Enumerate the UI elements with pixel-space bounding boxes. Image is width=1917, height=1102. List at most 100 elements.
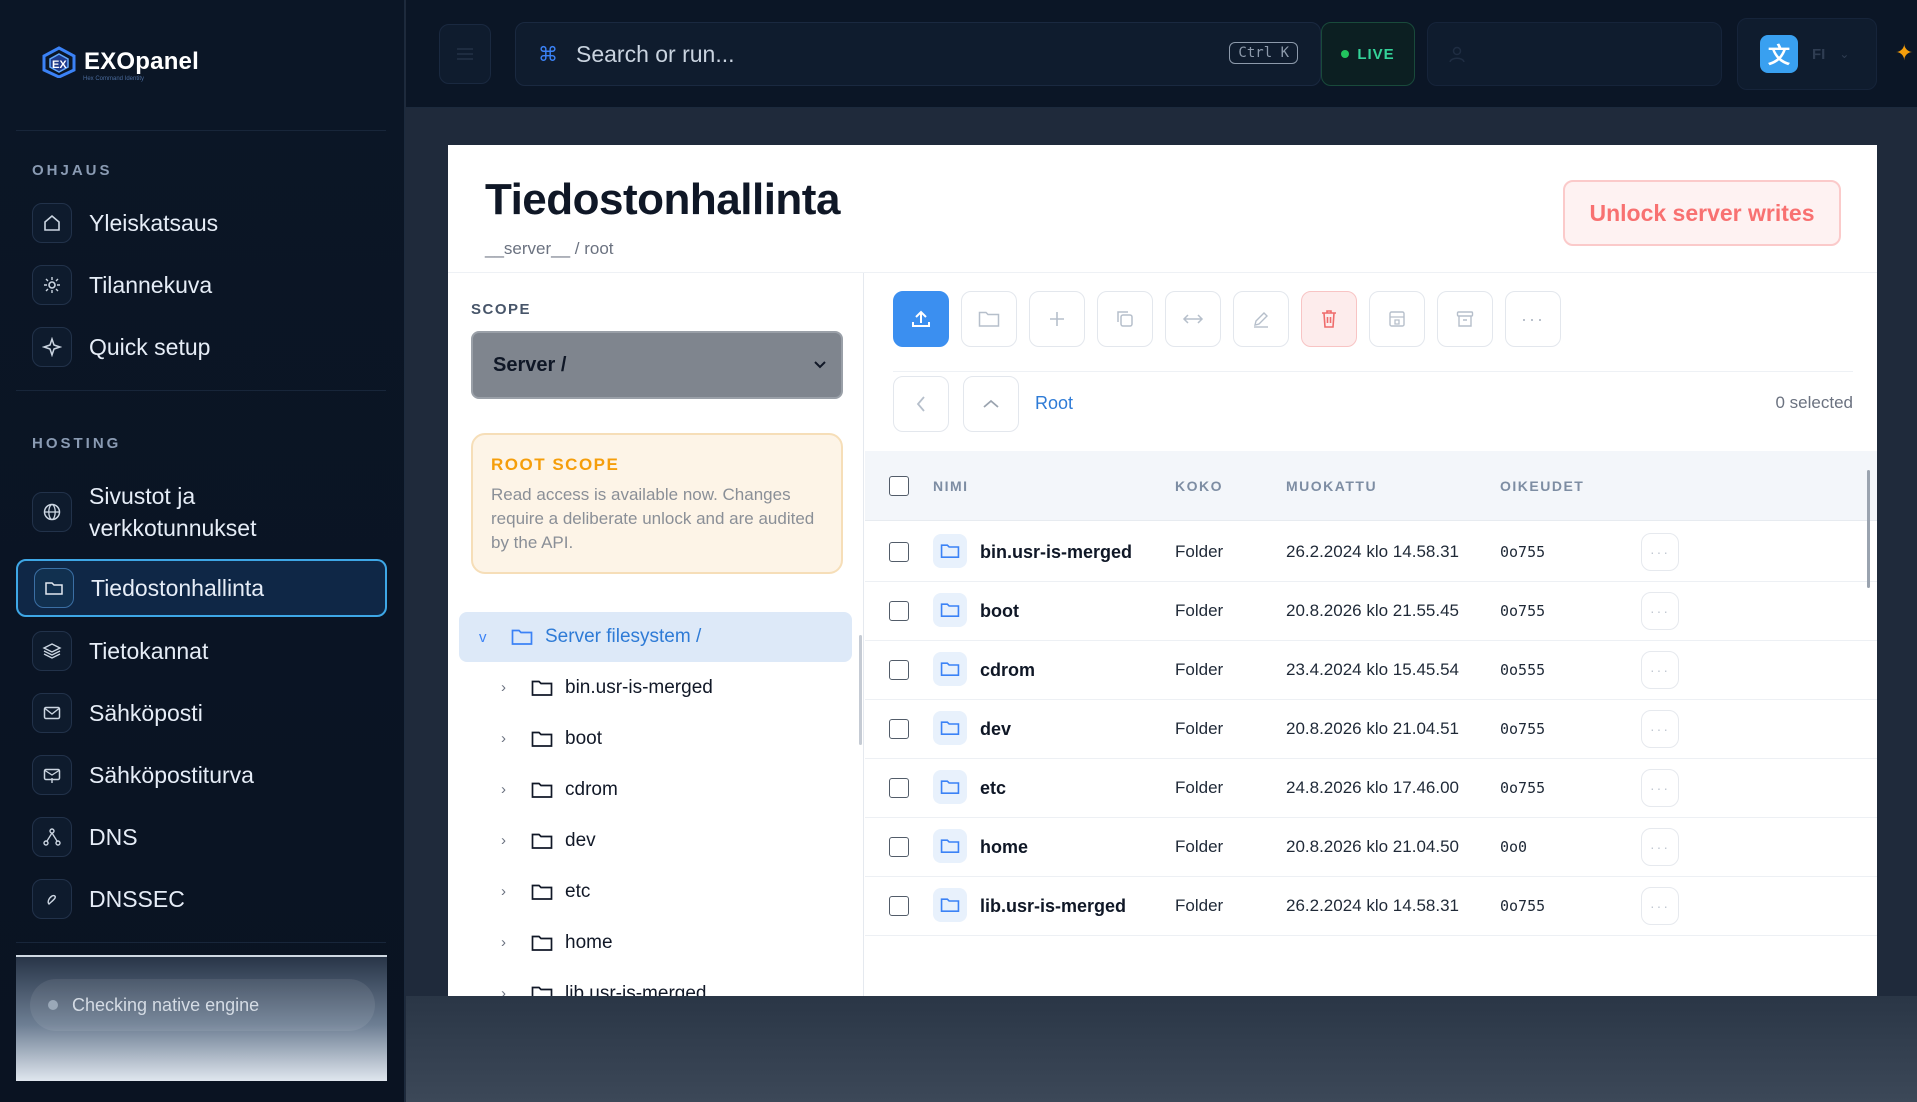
menu-button[interactable]	[439, 24, 491, 84]
sidebar-item-quick-setup[interactable]: Quick setup	[16, 318, 387, 376]
folder-icon	[531, 782, 553, 798]
extract-button[interactable]	[1437, 291, 1493, 347]
table-row[interactable]: boot Folder 20.8.2026 klo 21.55.45 0o755 ···	[865, 582, 1877, 641]
row-actions-button[interactable]: ···	[1641, 710, 1679, 748]
column-header-permissions[interactable]: OIKEUDET	[1500, 478, 1584, 494]
row-actions-button[interactable]: ···	[1641, 769, 1679, 807]
delete-button[interactable]	[1301, 291, 1357, 347]
new-folder-button[interactable]	[961, 291, 1017, 347]
table-row[interactable]: etc Folder 24.8.2026 klo 17.46.00 0o755 ···	[865, 759, 1877, 818]
more-actions-button[interactable]: ···	[1505, 291, 1561, 347]
chevron-up-icon	[983, 399, 999, 408]
language-switcher[interactable]: 文 FI ⌄	[1737, 18, 1877, 90]
tree-node[interactable]: › boot	[459, 713, 852, 764]
file-name[interactable]: cdrom	[980, 660, 1035, 681]
sidebar-item-tietokannat[interactable]: Tietokannat	[16, 622, 387, 680]
sidebar-item-tiedostonhallinta[interactable]: Tiedostonhallinta	[16, 559, 387, 617]
tree-node[interactable]: › home	[459, 917, 852, 968]
chevron-right-icon[interactable]: ›	[501, 985, 515, 996]
folder-icon	[531, 986, 553, 996]
user-menu[interactable]	[1427, 22, 1722, 86]
file-permissions: 0o755	[1500, 779, 1546, 797]
tree-node[interactable]: › bin.usr-is-merged	[459, 662, 852, 713]
file-name[interactable]: boot	[980, 601, 1019, 622]
row-checkbox[interactable]	[889, 719, 909, 739]
row-actions-button[interactable]: ···	[1641, 533, 1679, 571]
table-row[interactable]: lib.usr-is-merged Folder 26.2.2024 klo 14.…	[865, 877, 1877, 936]
row-checkbox[interactable]	[889, 601, 909, 621]
chevron-down-icon[interactable]: v	[479, 629, 495, 646]
sidebar-item-label: Yleiskatsaus	[89, 209, 219, 236]
compress-button[interactable]	[1369, 291, 1425, 347]
copy-button[interactable]	[1097, 291, 1153, 347]
tree-node-label: boot	[565, 727, 602, 749]
tree-scrollbar[interactable]	[859, 635, 862, 745]
row-checkbox[interactable]	[889, 542, 909, 562]
unlock-server-writes-button[interactable]: Unlock server writes	[1563, 180, 1841, 246]
column-header-size[interactable]: KOKO	[1175, 478, 1223, 494]
current-path-link[interactable]: Root	[1035, 393, 1073, 414]
tree-root-node[interactable]: v Server filesystem /	[459, 612, 852, 662]
sidebar-item-sivustot[interactable]: Sivustot ja verkkotunnukset	[16, 476, 387, 548]
file-name[interactable]: dev	[980, 719, 1011, 740]
row-actions-button[interactable]: ···	[1641, 828, 1679, 866]
command-search[interactable]: ⌘ Ctrl K	[515, 22, 1321, 86]
folder-icon	[933, 711, 967, 745]
row-checkbox[interactable]	[889, 778, 909, 798]
chevron-right-icon[interactable]: ›	[501, 730, 515, 747]
table-row[interactable]: dev Folder 20.8.2026 klo 21.04.51 0o755 ···	[865, 700, 1877, 759]
sidebar-item-sahkopostiturva[interactable]: Sähköpostiturva	[16, 746, 387, 804]
back-button[interactable]	[893, 376, 949, 432]
file-size: Folder	[1175, 896, 1224, 915]
row-actions-button[interactable]: ···	[1641, 651, 1679, 689]
rename-button[interactable]	[1233, 291, 1289, 347]
tree-node-label: cdrom	[565, 778, 618, 800]
sidebar-item-yleiskatsaus[interactable]: Yleiskatsaus	[16, 194, 387, 252]
sparkle-icon[interactable]: ✦	[1895, 40, 1913, 66]
brand-logo[interactable]: EX EXOpanel	[40, 46, 199, 78]
row-actions-button[interactable]: ···	[1641, 592, 1679, 630]
file-name[interactable]: lib.usr-is-merged	[980, 896, 1126, 917]
folder-icon	[933, 888, 967, 922]
row-checkbox[interactable]	[889, 896, 909, 916]
row-checkbox[interactable]	[889, 660, 909, 680]
row-actions-button[interactable]: ···	[1641, 887, 1679, 925]
network-icon	[32, 817, 72, 857]
sidebar-item-dnssec[interactable]: DNSSEC	[16, 870, 387, 928]
search-input[interactable]	[576, 40, 1196, 68]
file-name[interactable]: etc	[980, 778, 1006, 799]
table-row[interactable]: bin.usr-is-merged Folder 26.2.2024 klo 14.…	[865, 523, 1877, 582]
section-title-hosting: HOSTING	[32, 435, 122, 452]
tree-node[interactable]: › cdrom	[459, 764, 852, 815]
sidebar-item-tilannekuva[interactable]: Tilannekuva	[16, 256, 387, 314]
new-file-button[interactable]	[1029, 291, 1085, 347]
row-checkbox[interactable]	[889, 837, 909, 857]
tree-node[interactable]: › etc	[459, 866, 852, 917]
table-scrollbar[interactable]	[1867, 470, 1870, 588]
up-button[interactable]	[963, 376, 1019, 432]
sidebar-item-sahkoposti[interactable]: Sähköposti	[16, 684, 387, 742]
chevron-right-icon[interactable]: ›	[501, 679, 515, 696]
column-header-modified[interactable]: MUOKATTU	[1286, 478, 1377, 494]
tree-node[interactable]: › dev	[459, 815, 852, 866]
tree-node[interactable]: › lib.usr-is-merged	[459, 968, 852, 996]
file-size: Folder	[1175, 542, 1224, 561]
chevron-left-icon	[916, 396, 925, 412]
divider	[16, 390, 386, 391]
select-all-checkbox[interactable]	[889, 476, 909, 496]
column-header-name[interactable]: NIMI	[933, 478, 969, 494]
table-row[interactable]: home Folder 20.8.2026 klo 21.04.50 0o0 ···	[865, 818, 1877, 877]
chevron-right-icon[interactable]: ›	[501, 781, 515, 798]
chevron-right-icon[interactable]: ›	[501, 883, 515, 900]
chevron-right-icon[interactable]: ›	[501, 934, 515, 951]
upload-button[interactable]	[893, 291, 949, 347]
file-name[interactable]: home	[980, 837, 1028, 858]
file-modified: 26.2.2024 klo 14.58.31	[1286, 896, 1459, 915]
table-row[interactable]: cdrom Folder 23.4.2024 klo 15.45.54 0o555 ··…	[865, 641, 1877, 700]
chevron-right-icon[interactable]: ›	[501, 832, 515, 849]
language-code: FI	[1812, 45, 1826, 63]
file-name[interactable]: bin.usr-is-merged	[980, 542, 1132, 563]
sidebar-item-dns[interactable]: DNS	[16, 808, 387, 866]
scope-select[interactable]: Server /	[471, 331, 843, 399]
move-button[interactable]	[1165, 291, 1221, 347]
